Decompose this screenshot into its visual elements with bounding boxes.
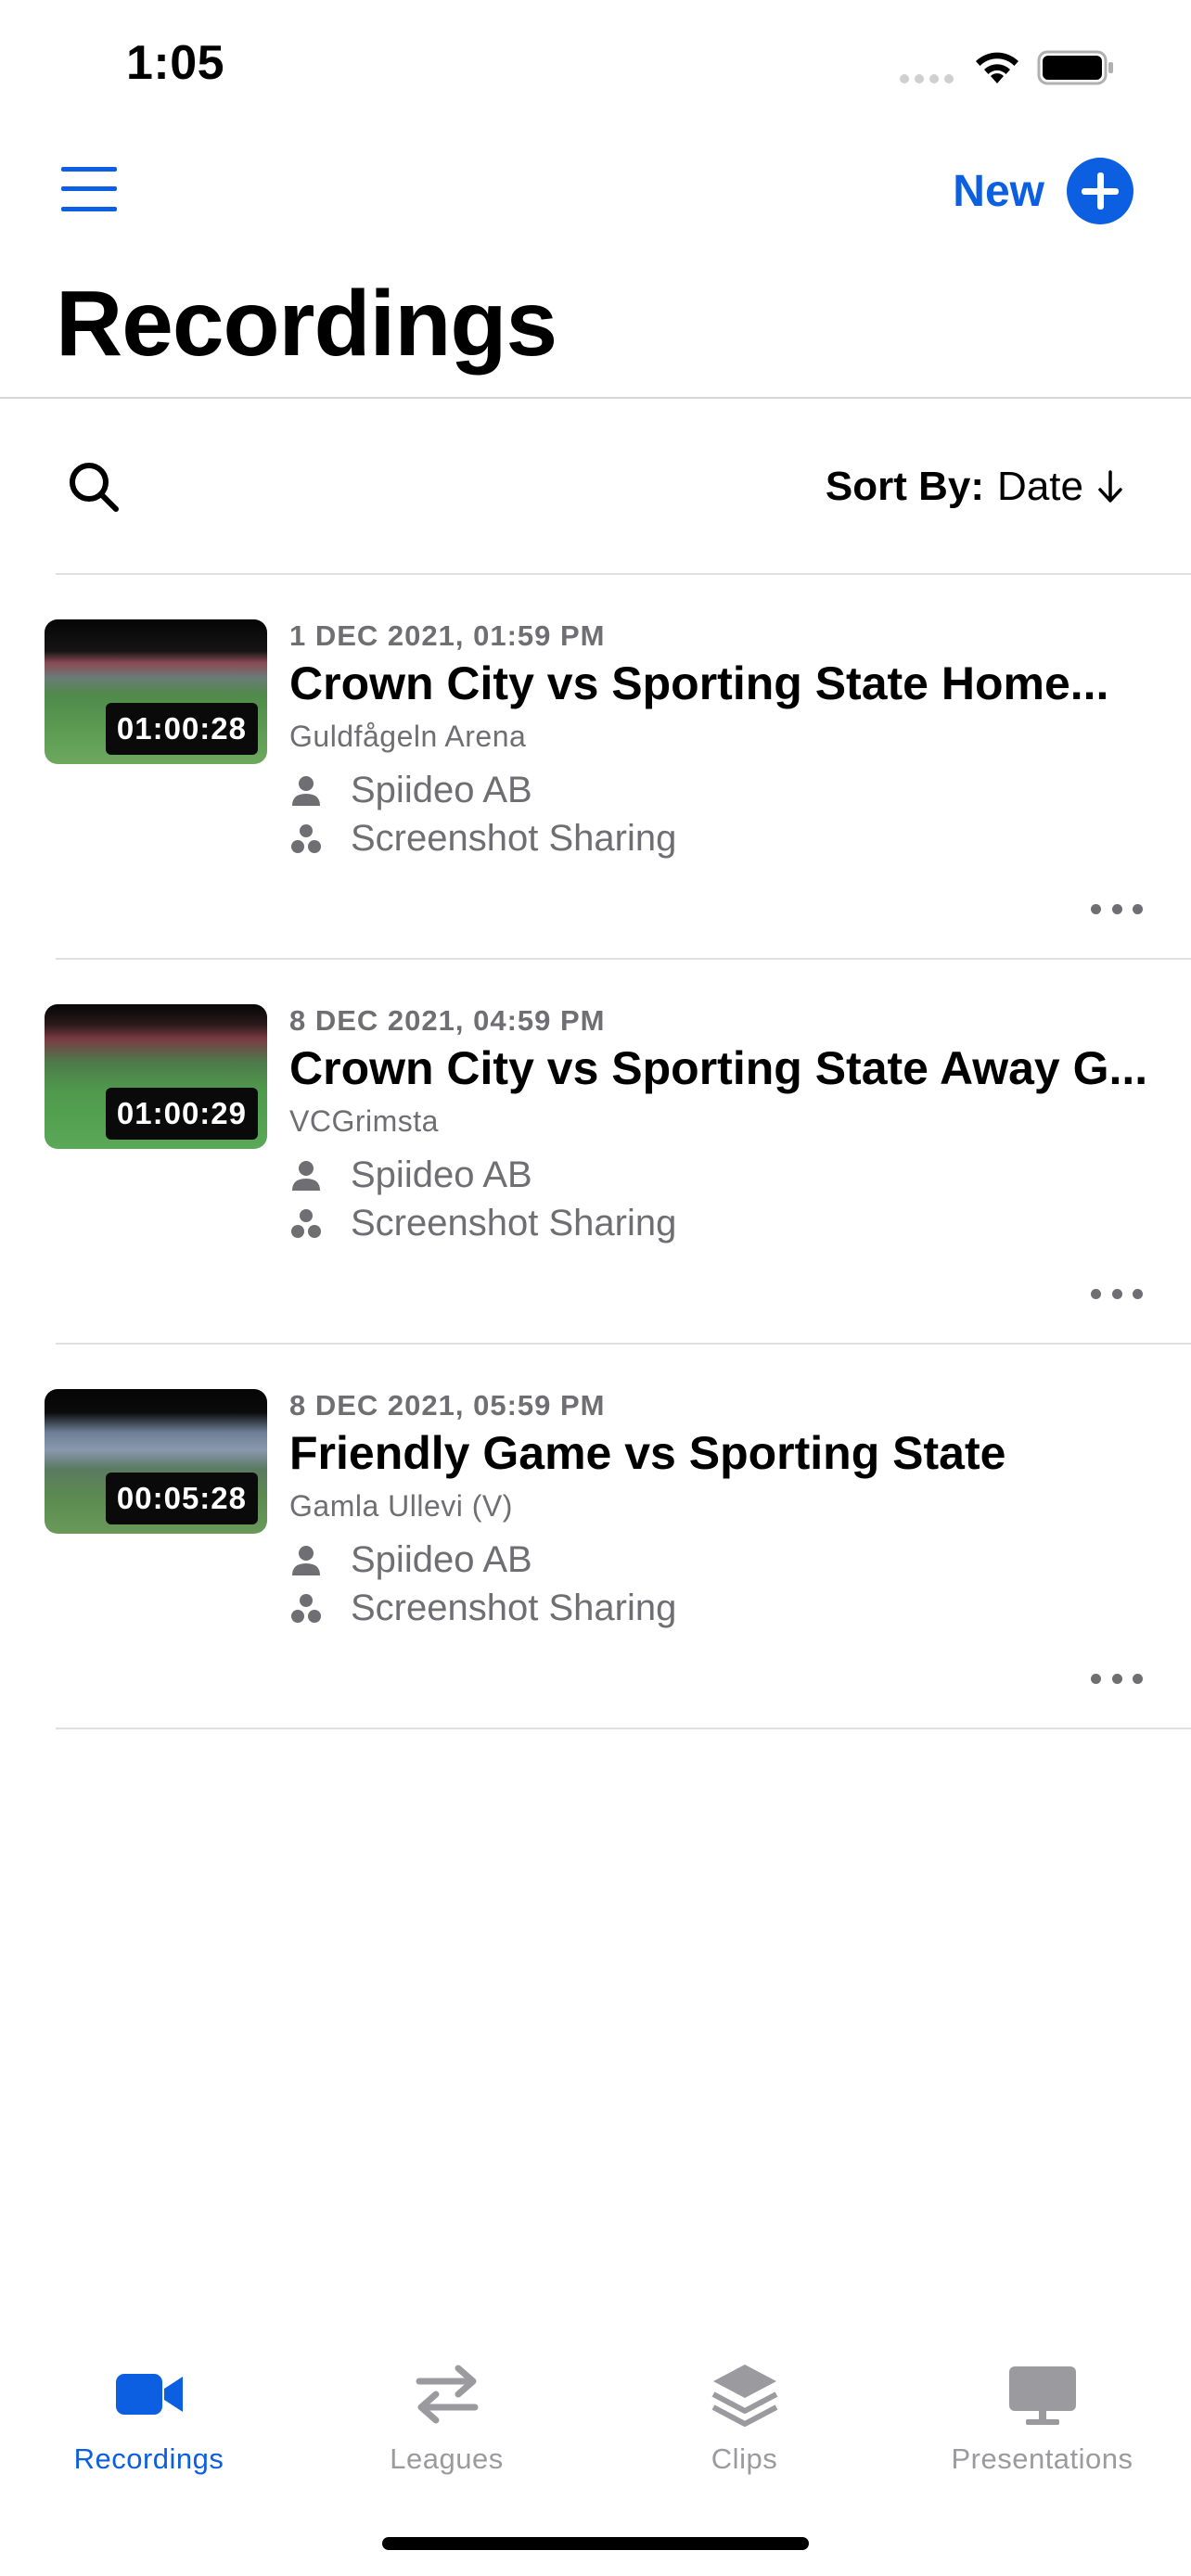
recording-list-item[interactable]: 01:00:29 8 DEC 2021, 04:59 PM Crown City… bbox=[45, 960, 1191, 1345]
duration-badge: 01:00:29 bbox=[105, 1088, 258, 1140]
search-icon[interactable] bbox=[67, 460, 121, 514]
person-icon bbox=[292, 1545, 320, 1575]
group-icon bbox=[291, 1593, 321, 1623]
recording-owner: Spiideo AB bbox=[289, 770, 532, 811]
header-divider bbox=[0, 397, 1191, 399]
recording-list: 01:00:28 1 DEC 2021, 01:59 PM Crown City… bbox=[0, 575, 1191, 1729]
more-options-icon[interactable] bbox=[1091, 1671, 1143, 1686]
home-indicator[interactable] bbox=[382, 2537, 809, 2550]
recording-venue: Gamla Ullevi (V) bbox=[289, 1489, 513, 1523]
group-name: Screenshot Sharing bbox=[351, 1588, 677, 1628]
sort-label: Sort By: bbox=[825, 464, 985, 509]
cellular-signal-icon bbox=[900, 74, 955, 83]
owner-name: Spiideo AB bbox=[351, 1154, 532, 1195]
recording-date: 8 DEC 2021, 04:59 PM bbox=[289, 1004, 606, 1037]
group-icon bbox=[291, 823, 321, 853]
recording-list-item[interactable]: 01:00:28 1 DEC 2021, 01:59 PM Crown City… bbox=[45, 575, 1191, 960]
recording-group: Screenshot Sharing bbox=[289, 1588, 676, 1629]
group-name: Screenshot Sharing bbox=[351, 1203, 677, 1243]
owner-name: Spiideo AB bbox=[351, 770, 532, 810]
tab-leagues[interactable]: Leagues bbox=[298, 2327, 596, 2485]
group-icon bbox=[291, 1208, 321, 1238]
plus-circle-icon bbox=[1067, 158, 1133, 224]
recording-list-item[interactable]: 00:05:28 8 DEC 2021, 05:59 PM Friendly G… bbox=[45, 1345, 1191, 1729]
recording-owner: Spiideo AB bbox=[289, 1154, 532, 1196]
video-camera-icon bbox=[115, 2374, 183, 2415]
recording-venue: VCGrimsta bbox=[289, 1104, 439, 1138]
recording-title: Crown City vs Sporting State Away G... bbox=[289, 1042, 1148, 1094]
new-recording-button[interactable]: New bbox=[953, 156, 1133, 226]
monitor-icon bbox=[1008, 2366, 1076, 2425]
duration-badge: 00:05:28 bbox=[105, 1473, 258, 1524]
recording-venue: Guldfågeln Arena bbox=[289, 720, 527, 753]
tab-bar: Recordings Leagues Clips Presentations bbox=[0, 2327, 1191, 2494]
tab-presentations[interactable]: Presentations bbox=[893, 2327, 1191, 2485]
person-icon bbox=[292, 775, 320, 806]
wifi-icon bbox=[976, 52, 1018, 83]
layers-icon bbox=[711, 2365, 777, 2427]
hamburger-menu-icon[interactable] bbox=[61, 165, 117, 213]
more-options-icon[interactable] bbox=[1091, 1286, 1143, 1301]
recording-owner: Spiideo AB bbox=[289, 1539, 532, 1581]
sort-value: Date bbox=[997, 464, 1083, 509]
tab-recordings[interactable]: Recordings bbox=[0, 2327, 298, 2485]
tab-label: Recordings bbox=[73, 2442, 224, 2475]
tab-label: Leagues bbox=[390, 2442, 504, 2475]
new-button-label: New bbox=[953, 166, 1044, 216]
tab-clips[interactable]: Clips bbox=[596, 2327, 893, 2485]
recording-date: 8 DEC 2021, 05:59 PM bbox=[289, 1389, 606, 1422]
recording-group: Screenshot Sharing bbox=[289, 818, 676, 860]
duration-badge: 01:00:28 bbox=[105, 703, 258, 755]
recording-title: Friendly Game vs Sporting State bbox=[289, 1427, 1006, 1479]
recording-thumbnail: 01:00:28 bbox=[45, 619, 267, 764]
more-options-icon[interactable] bbox=[1091, 901, 1143, 916]
tab-label: Presentations bbox=[951, 2442, 1133, 2475]
arrow-down-icon bbox=[1098, 470, 1122, 503]
group-name: Screenshot Sharing bbox=[351, 818, 677, 859]
page-title: Recordings bbox=[56, 272, 557, 376]
recording-group: Screenshot Sharing bbox=[289, 1203, 676, 1244]
tab-label: Clips bbox=[711, 2442, 778, 2475]
recording-thumbnail: 00:05:28 bbox=[45, 1389, 267, 1534]
recording-date: 1 DEC 2021, 01:59 PM bbox=[289, 619, 606, 652]
sort-by-control[interactable]: Sort By: Date bbox=[826, 464, 1124, 510]
person-icon bbox=[292, 1160, 320, 1191]
status-bar: 1:05 bbox=[0, 0, 1191, 130]
battery-icon bbox=[1037, 50, 1113, 85]
status-time: 1:05 bbox=[126, 36, 225, 90]
recording-thumbnail: 01:00:29 bbox=[45, 1004, 267, 1149]
owner-name: Spiideo AB bbox=[351, 1539, 532, 1580]
swap-arrows-icon bbox=[416, 2365, 478, 2424]
recording-title: Crown City vs Sporting State Home... bbox=[289, 657, 1109, 709]
